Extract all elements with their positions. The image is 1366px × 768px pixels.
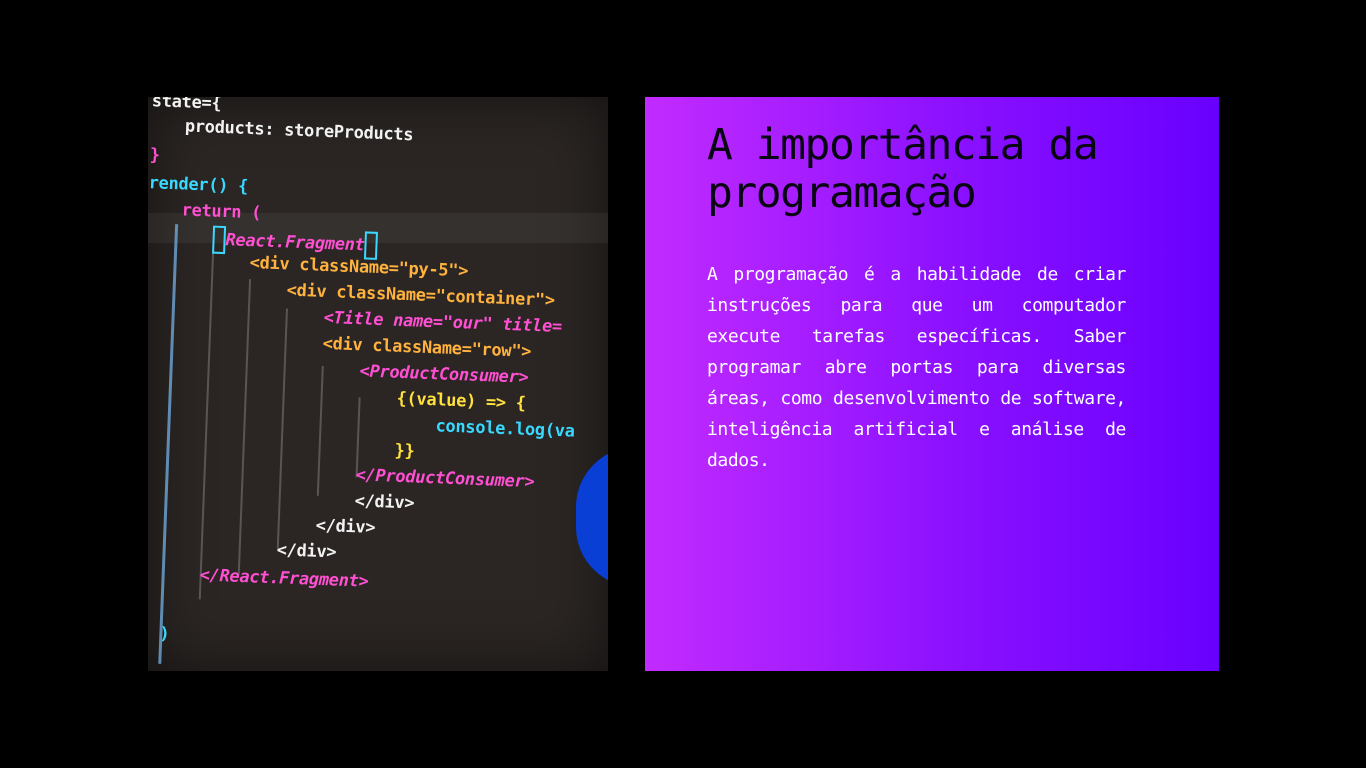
code-line: ) (159, 623, 170, 645)
code-line: render() { (148, 173, 249, 197)
indent-guide (316, 365, 324, 496)
indent-guide (237, 279, 252, 575)
code-line: state={ (151, 97, 222, 114)
code-line: </div> (315, 515, 376, 539)
slide-title: A importância da programação (707, 120, 1099, 218)
indent-guide (198, 249, 215, 600)
indent-guide (276, 308, 288, 549)
slide-body: A programação é a habilidade de criar in… (707, 264, 1126, 471)
code-line: <div className="py-5"> (249, 253, 469, 282)
code-listing: state={ products: storeProducts } render… (148, 97, 608, 671)
code-line: <ProductConsumer> (359, 361, 529, 388)
code-line: products: storeProducts (184, 116, 414, 146)
code-line: <div className="row"> (322, 333, 532, 362)
cursor-bracket (212, 225, 227, 255)
code-line: </div> (354, 491, 415, 514)
indent-guide (158, 224, 179, 664)
code-line: return ( (181, 200, 262, 224)
code-line: }} (394, 440, 415, 462)
code-line: </div> (276, 540, 337, 563)
text-panel: A importância da programação A programaç… (645, 97, 1219, 671)
code-line: </ProductConsumer> (355, 465, 535, 493)
code-line: {(value) => { (396, 388, 527, 414)
code-line: </React.Fragment> (199, 565, 369, 592)
code-line: <Title name="our" title= (323, 307, 563, 338)
code-line: <div className="container"> (286, 280, 556, 311)
cursor-bracket (364, 231, 379, 260)
code-line: console.log(va (435, 416, 575, 442)
code-photo: state={ products: storeProducts } render… (148, 97, 608, 671)
code-line: } (149, 145, 161, 166)
